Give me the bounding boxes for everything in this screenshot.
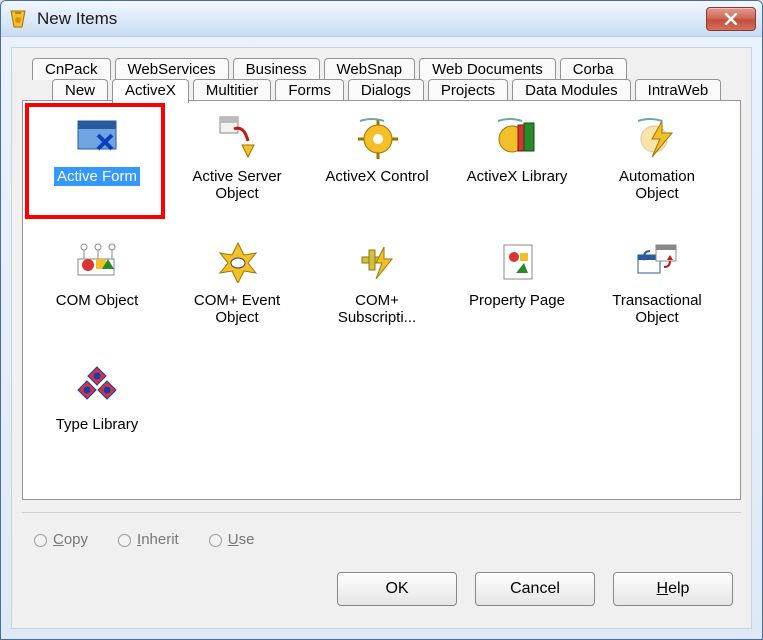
item-label: Automation Object <box>597 167 717 204</box>
item-label: ActiveX Control <box>322 167 431 186</box>
box-arrow-icon <box>213 113 261 161</box>
gear-gold-icon <box>353 113 401 161</box>
books-gold-icon <box>493 113 541 161</box>
tab-projects[interactable]: Projects <box>428 79 508 101</box>
help-button[interactable]: Help <box>613 572 733 606</box>
item-label: Active Server Object <box>177 167 297 204</box>
diamonds-icon <box>73 361 121 409</box>
tab-websnap[interactable]: WebSnap <box>324 58 416 80</box>
tab-forms[interactable]: Forms <box>275 79 344 101</box>
item-transactional-object[interactable]: Transactional Object <box>591 233 723 353</box>
button-bar: OK Cancel Help <box>22 572 741 606</box>
item-label: COM Object <box>53 291 142 310</box>
close-button[interactable] <box>706 7 756 31</box>
item-com-object[interactable]: COM Object <box>31 233 163 353</box>
title-text: New Items <box>37 9 117 29</box>
item-activex-library[interactable]: ActiveX Library <box>451 109 583 229</box>
item-automation-object[interactable]: Automation Object <box>591 109 723 229</box>
tab-webservices[interactable]: WebServices <box>115 58 229 80</box>
dialog-window: New Items CnPackWebServicesBusinessWebSn… <box>0 0 763 640</box>
radio-inherit: Inherit <box>118 531 179 548</box>
tab-activex[interactable]: ActiveX <box>112 79 189 103</box>
radio-copy: Copy <box>34 531 88 548</box>
bolt-gold-icon <box>633 113 681 161</box>
item-label: Type Library <box>53 415 142 434</box>
cancel-button[interactable]: Cancel <box>475 572 595 606</box>
shapes-icon <box>73 237 121 285</box>
tab-bar: CnPackWebServicesBusinessWebSnapWeb Docu… <box>22 58 741 101</box>
ok-button[interactable]: OK <box>337 572 457 606</box>
radio-use: Use <box>209 531 255 548</box>
gear-burst-icon <box>213 237 261 285</box>
tab-new[interactable]: New <box>52 79 108 101</box>
inherit-mode-row: Copy Inherit Use <box>22 531 741 548</box>
item-active-server-object[interactable]: Active Server Object <box>171 109 303 229</box>
item-active-form[interactable]: Active Form <box>31 109 163 229</box>
item-activex-control[interactable]: ActiveX Control <box>311 109 443 229</box>
tab-cnpack[interactable]: CnPack <box>32 58 111 80</box>
plus-bolt-icon <box>353 237 401 285</box>
tab-dialogs[interactable]: Dialogs <box>348 79 424 101</box>
item-type-library[interactable]: Type Library <box>31 357 163 477</box>
item-label: COM+ Event Object <box>177 291 297 328</box>
items-panel: Active Form Active Server Object ActiveX C… <box>22 100 741 500</box>
tab-web-documents[interactable]: Web Documents <box>419 58 556 80</box>
item-label: Transactional Object <box>597 291 717 328</box>
item-label: COM+ Subscripti... <box>317 291 437 328</box>
tab-business[interactable]: Business <box>233 58 320 80</box>
item-label: Property Page <box>466 291 568 310</box>
tab-data-modules[interactable]: Data Modules <box>512 79 631 101</box>
tab-corba[interactable]: Corba <box>560 58 627 80</box>
app-icon <box>7 8 29 30</box>
client-area: CnPackWebServicesBusinessWebSnapWeb Docu… <box>11 47 752 629</box>
form-x-icon <box>73 113 121 161</box>
close-icon <box>724 13 738 25</box>
windows-swap-icon <box>633 237 681 285</box>
item-com-event-object[interactable]: COM+ Event Object <box>171 233 303 353</box>
item-property-page[interactable]: Property Page <box>451 233 583 353</box>
title-bar[interactable]: New Items <box>1 1 762 37</box>
tab-intraweb[interactable]: IntraWeb <box>635 79 722 101</box>
item-com-subscripti-[interactable]: COM+ Subscripti... <box>311 233 443 353</box>
item-label: ActiveX Library <box>464 167 571 186</box>
item-label: Active Form <box>54 167 140 186</box>
tab-multitier[interactable]: Multitier <box>193 79 272 101</box>
shapes-page-icon <box>493 237 541 285</box>
